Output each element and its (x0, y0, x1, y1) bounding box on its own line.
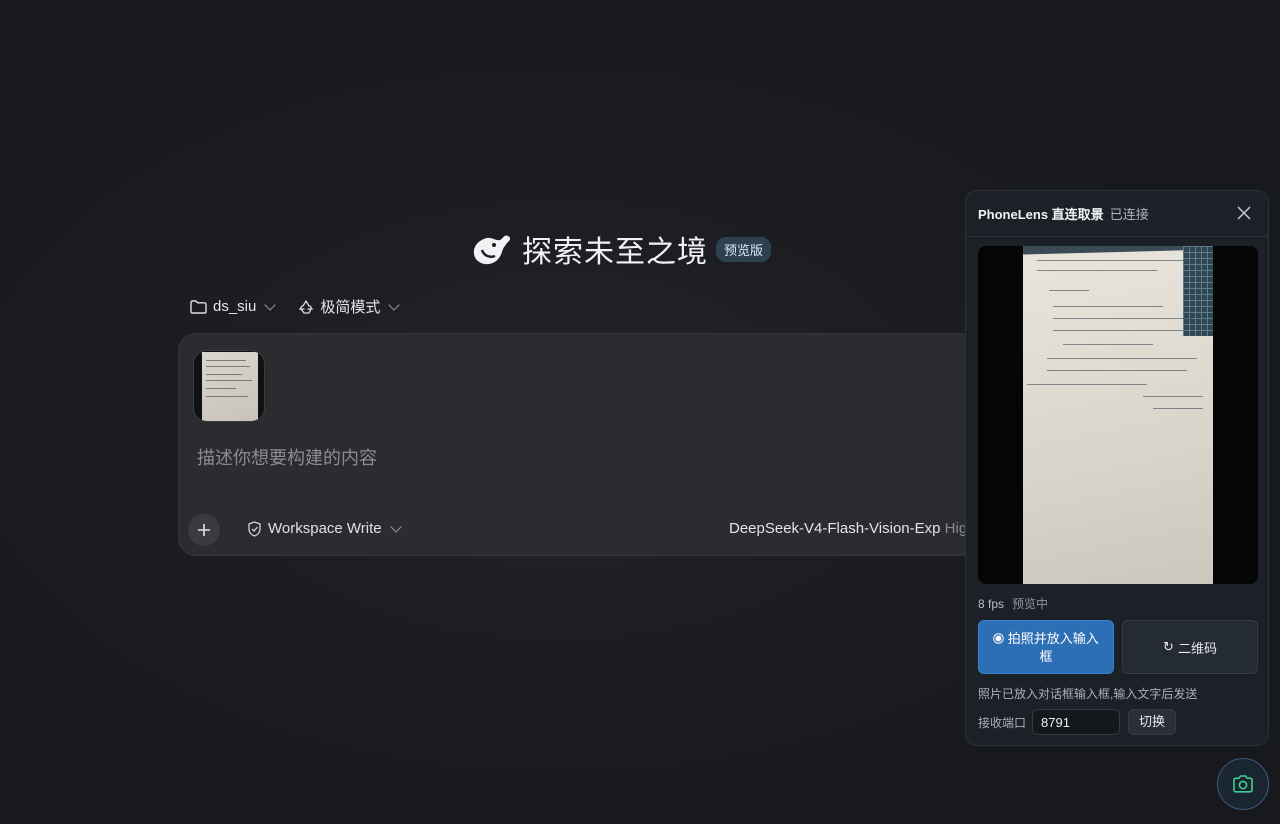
model-selector[interactable]: DeepSeek-V4-Flash-Vision-Exp Hig (729, 520, 967, 537)
refresh-icon: ↻ (1163, 639, 1174, 654)
qr-label: 二维码 (1177, 640, 1217, 656)
capture-label: 拍照并放入输入框 (1007, 631, 1099, 664)
panel-header: PhoneLens 直连取景 已连接 (966, 191, 1268, 237)
preview-status: 预览中 (1012, 597, 1049, 611)
recycle-icon (299, 299, 314, 314)
effort-level: Hig (944, 520, 968, 537)
prompt-composer: 描述你想要构建的内容 Workspace Write DeepSeek-V4-F… (178, 333, 978, 556)
qr-code-button[interactable]: ↻ 二维码 (1122, 620, 1258, 674)
add-attachment-button[interactable] (188, 514, 220, 546)
paper-image (202, 352, 258, 421)
permission-label: Workspace Write (268, 520, 382, 537)
fps-value: 8 fps (978, 597, 1005, 611)
phonelens-panel: PhoneLens 直连取景 已连接 8 fps 预览中 拍照并放入输入框 ↻ … (965, 190, 1269, 746)
status-note: 照片已放入对话框输入框,输入文字后发送 (978, 687, 1198, 701)
switch-port-button[interactable]: 切换 (1128, 709, 1177, 735)
camera-icon (1233, 775, 1253, 793)
composer-toolbar: ds_siu 极简模式 (190, 296, 401, 317)
phonelens-toggle-button[interactable] (1217, 758, 1269, 810)
capture-button[interactable]: 拍照并放入输入框 (978, 620, 1114, 674)
close-icon[interactable] (1236, 205, 1252, 221)
folder-selector[interactable]: ds_siu (190, 296, 277, 317)
chevron-down-icon (388, 298, 401, 311)
folder-name: ds_siu (213, 298, 257, 315)
page-title: 探索未至之境 (522, 235, 708, 270)
prompt-input[interactable]: 描述你想要构建的内容 (197, 444, 377, 470)
folder-icon (190, 299, 207, 314)
mode-label: 极简模式 (320, 299, 381, 316)
whale-logo-icon (473, 235, 511, 265)
port-label: 接收端口 (978, 715, 1027, 730)
chevron-down-icon (389, 520, 402, 533)
permission-selector[interactable]: Workspace Write (247, 520, 402, 537)
preview-badge: 预览版 (716, 236, 772, 262)
port-input[interactable] (1032, 709, 1121, 735)
hero: 探索未至之境 预览版 (470, 228, 772, 270)
panel-title: PhoneLens 直连取景 (978, 207, 1104, 222)
shield-icon (248, 520, 261, 537)
attached-photo-thumbnail[interactable] (193, 350, 265, 422)
radio-icon (993, 633, 1004, 644)
chevron-down-icon (264, 298, 277, 311)
plus-icon (198, 524, 210, 536)
connection-status: 已连接 (1109, 207, 1149, 222)
model-name: DeepSeek-V4-Flash-Vision-Exp (729, 520, 941, 537)
port-row: 接收端口 切换 (978, 709, 1177, 735)
mode-selector[interactable]: 极简模式 (298, 296, 401, 317)
camera-preview (978, 246, 1258, 584)
fps-readout: 8 fps 预览中 (978, 595, 1048, 612)
live-photo (1023, 246, 1213, 584)
